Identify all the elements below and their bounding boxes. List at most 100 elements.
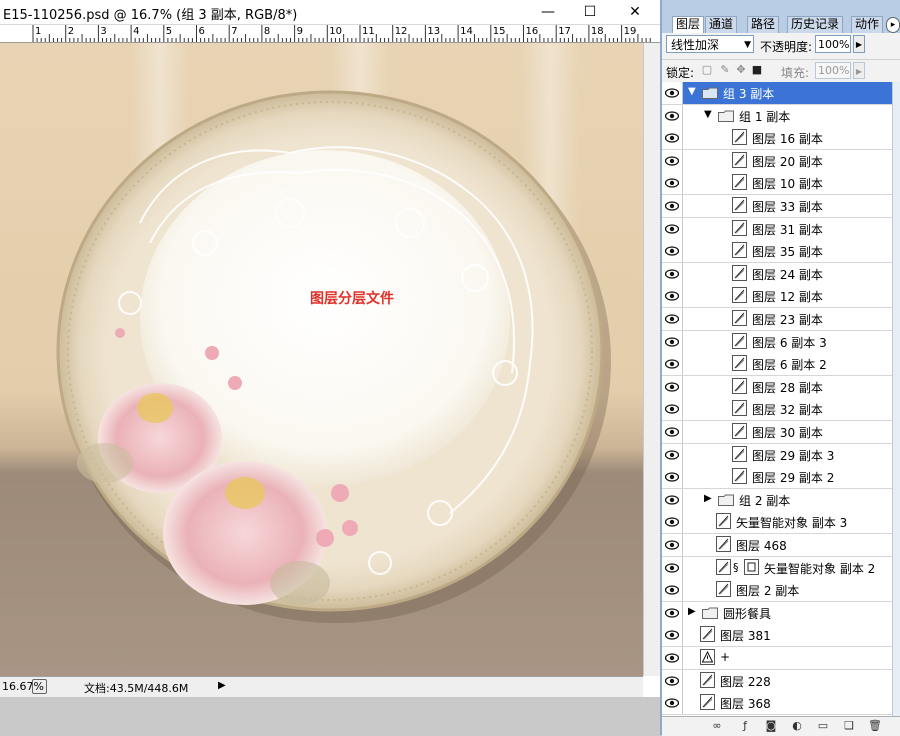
layer-name: 图层 23 副本: [752, 313, 823, 327]
layer-row[interactable]: 图层 28 副本: [662, 375, 892, 399]
layer-row[interactable]: 图层 23 副本: [662, 308, 892, 331]
layer-row[interactable]: 图层 32 副本: [662, 398, 892, 422]
visibility-eye-icon[interactable]: [662, 624, 683, 647]
close-button[interactable]: ✕: [624, 2, 646, 22]
visibility-eye-icon[interactable]: [662, 692, 683, 715]
layer-row[interactable]: 图层 29 副本 2: [662, 466, 892, 490]
visibility-eye-icon[interactable]: [662, 421, 683, 443]
layer-row[interactable]: 图层 30 副本: [662, 421, 892, 444]
opacity-slider-button[interactable]: ▶: [853, 35, 865, 53]
mask-link-icon[interactable]: §: [733, 561, 739, 574]
collapse-triangle-icon[interactable]: ▼: [688, 86, 698, 97]
link-layers-icon[interactable]: ∞: [710, 719, 724, 733]
maximize-button[interactable]: ☐: [579, 2, 601, 22]
tab-paths[interactable]: 路径: [747, 16, 780, 33]
lock-position-icon[interactable]: ✥: [734, 63, 748, 77]
visibility-eye-icon[interactable]: [662, 240, 683, 263]
document-title-bar[interactable]: E15-110256.psd @ 16.7% (组 3 副本, RGB/8*) …: [0, 0, 660, 25]
minimize-button[interactable]: —: [537, 2, 559, 22]
layer-row[interactable]: +: [662, 647, 892, 670]
visibility-eye-icon[interactable]: [662, 353, 683, 376]
visibility-eye-icon[interactable]: [662, 398, 683, 421]
layer-row[interactable]: 图层 31 副本: [662, 217, 892, 241]
visibility-eye-icon[interactable]: [662, 308, 683, 330]
layer-row[interactable]: 图层 29 副本 3: [662, 443, 892, 467]
visibility-eye-icon[interactable]: [662, 104, 683, 127]
visibility-eye-icon[interactable]: [662, 534, 683, 556]
layer-list-scrollbar[interactable]: [892, 82, 900, 716]
layer-thumbnail-icon: [700, 671, 715, 688]
tab-actions[interactable]: 动作: [851, 16, 884, 33]
status-icon[interactable]: [32, 679, 47, 694]
visibility-eye-icon[interactable]: [662, 195, 683, 217]
fill-slider-button[interactable]: ▶: [853, 62, 865, 79]
layer-group-row[interactable]: ▼ 组 1 副本: [662, 104, 892, 128]
layer-row[interactable]: 图层 35 副本: [662, 240, 892, 264]
layer-row[interactable]: 图层 12 副本: [662, 285, 892, 309]
layer-style-icon[interactable]: ƒ: [738, 719, 752, 733]
layer-group-row[interactable]: ▶ 组 2 副本: [662, 488, 892, 512]
visibility-eye-icon[interactable]: [662, 579, 683, 602]
add-mask-icon[interactable]: ◙: [764, 719, 778, 733]
layer-row[interactable]: 图层 33 副本: [662, 195, 892, 218]
visibility-eye-icon[interactable]: [662, 511, 683, 534]
layer-row[interactable]: 图层 368: [662, 692, 892, 716]
tab-channels[interactable]: 通道: [705, 16, 738, 33]
layer-row[interactable]: 图层 6 副本 2: [662, 353, 892, 377]
visibility-eye-icon[interactable]: [662, 262, 683, 285]
lock-all-icon[interactable]: ■: [750, 63, 764, 77]
vector-mask-thumbnail-icon[interactable]: [744, 558, 759, 575]
layer-row[interactable]: 图层 6 副本 3: [662, 330, 892, 354]
layer-row[interactable]: 图层 10 副本: [662, 172, 892, 196]
blend-mode-select[interactable]: 线性加深 ▼: [666, 35, 754, 53]
visibility-eye-icon[interactable]: [662, 217, 683, 240]
layer-group-row[interactable]: ▼ 组 3 副本: [662, 82, 892, 105]
layer-row[interactable]: § 矢量智能对象 副本 2: [662, 556, 892, 580]
layer-group-row[interactable]: ▶ 圆形餐具: [662, 601, 892, 625]
visibility-eye-icon[interactable]: [662, 669, 683, 692]
visibility-eye-icon[interactable]: [662, 556, 683, 579]
expand-triangle-icon[interactable]: ▶: [688, 606, 698, 617]
expand-triangle-icon[interactable]: ▶: [704, 493, 714, 504]
visibility-eye-icon[interactable]: [662, 466, 683, 489]
collapse-triangle-icon[interactable]: ▼: [704, 109, 714, 120]
tab-history[interactable]: 历史记录: [787, 16, 844, 33]
adjustment-layer-icon[interactable]: ◐: [790, 719, 804, 733]
layer-row[interactable]: 图层 468: [662, 534, 892, 557]
visibility-eye-icon[interactable]: [662, 601, 683, 624]
panel-menu-button[interactable]: ▸: [886, 17, 900, 33]
visibility-eye-icon[interactable]: [662, 285, 683, 308]
lock-row: 锁定: ▢ ✎ ✥ ■ 填充: 100% ▶: [662, 59, 900, 82]
layer-row[interactable]: 图层 228: [662, 669, 892, 693]
lock-image-icon[interactable]: ✎: [718, 63, 732, 77]
layer-row[interactable]: 图层 20 副本: [662, 149, 892, 173]
horizontal-ruler[interactable]: 1 2 3 4 5 6 7 8 9 10 11 12 13 14 15 16 17 18 19: [0, 25, 660, 43]
layer-row[interactable]: 图层 16 副本: [662, 127, 892, 151]
new-group-icon[interactable]: ▭: [816, 719, 830, 733]
layer-row[interactable]: 图层 24 副本: [662, 262, 892, 286]
fill-input[interactable]: 100%: [815, 62, 851, 79]
layer-row[interactable]: 图层 2 副本: [662, 579, 892, 603]
visibility-eye-icon[interactable]: [662, 647, 683, 669]
visibility-eye-icon[interactable]: [662, 127, 683, 150]
status-menu-arrow[interactable]: ▶: [218, 680, 226, 691]
tab-layers[interactable]: 图层: [672, 16, 705, 33]
layer-row[interactable]: 图层 381: [662, 624, 892, 648]
visibility-eye-icon[interactable]: [662, 172, 683, 195]
visibility-eye-icon[interactable]: [662, 149, 683, 172]
layer-name: 图层 28 副本: [752, 380, 823, 395]
visibility-eye-icon[interactable]: [662, 330, 683, 353]
opacity-input[interactable]: 100%: [815, 35, 851, 53]
visibility-eye-icon[interactable]: [662, 488, 683, 511]
layer-row[interactable]: 矢量智能对象 副本 3: [662, 511, 892, 535]
lock-transparency-icon[interactable]: ▢: [700, 63, 714, 77]
visibility-eye-icon[interactable]: [662, 443, 683, 466]
layer-thumbnail-icon: [732, 332, 747, 349]
visibility-eye-icon[interactable]: [662, 375, 683, 398]
canvas[interactable]: 图层分层文件: [0, 43, 643, 676]
vertical-scrollbar[interactable]: [643, 43, 661, 676]
new-layer-icon[interactable]: ❏: [842, 719, 856, 733]
visibility-eye-icon[interactable]: [662, 82, 683, 104]
layer-name: 图层 24 副本: [752, 267, 823, 282]
delete-layer-icon[interactable]: 🗑: [868, 719, 882, 733]
